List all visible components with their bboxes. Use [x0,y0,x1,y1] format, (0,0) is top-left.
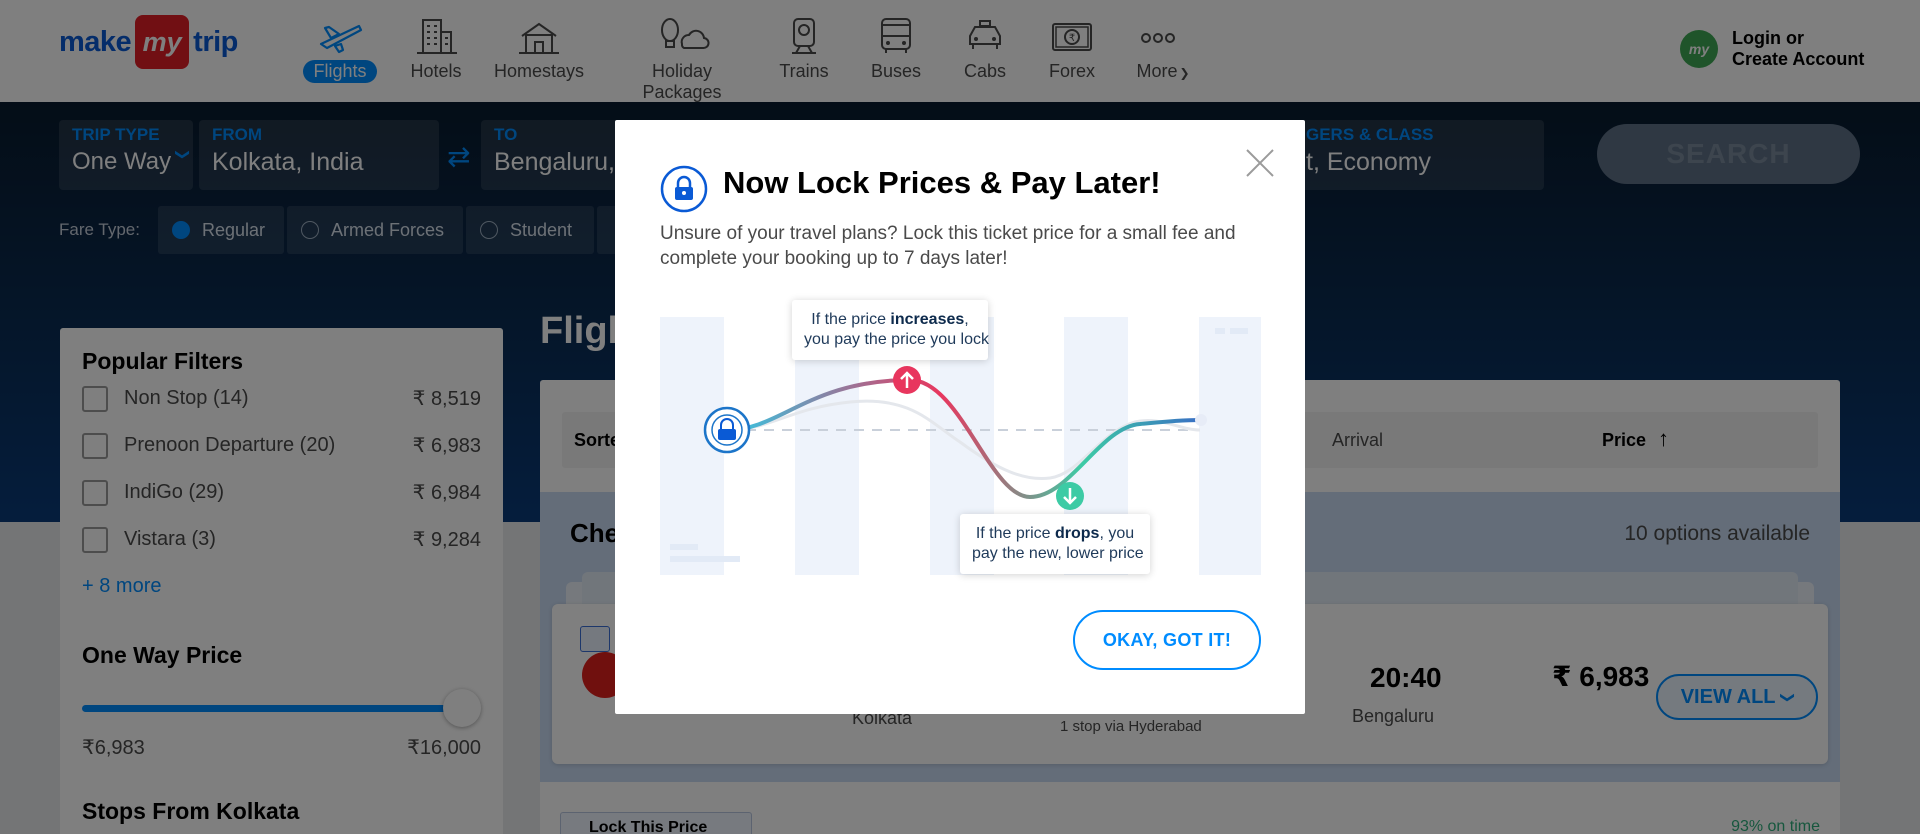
lock-icon [660,165,708,213]
callout-line: pay the new, lower price [972,545,1144,562]
okay-got-it-button[interactable]: OKAY, GOT IT! [1073,610,1261,670]
modal-title: Now Lock Prices & Pay Later! [723,165,1161,200]
bg-column [1199,317,1261,575]
modal-description: Unsure of your travel plans? Lock this t… [660,223,1236,269]
price-lock-illustration: If the price increases, you pay the pric… [660,292,1265,592]
price-increase-callout: If the price increases, you pay the pric… [792,300,989,360]
close-icon[interactable] [1245,148,1275,178]
price-drop-callout: If the price drops, you pay the new, low… [960,514,1150,574]
lock-price-modal: Now Lock Prices & Pay Later! Unsure of y… [615,120,1305,714]
callout-line: you pay the price you lock [804,331,989,348]
